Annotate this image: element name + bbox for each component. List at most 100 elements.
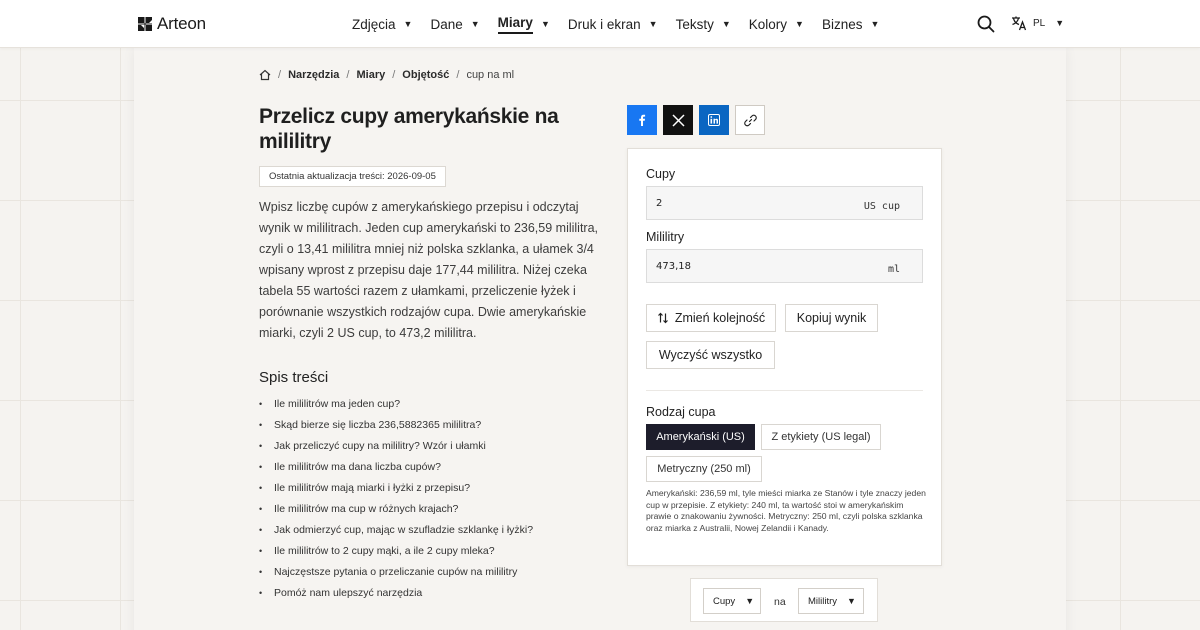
nav-item-dane[interactable]: Dane ▼	[430, 0, 479, 48]
toc-item[interactable]: • Pomóż nam ulepszyć narzędzia	[259, 586, 533, 607]
breadcrumb-separator: /	[346, 69, 350, 81]
toc-item[interactable]: • Ile mililitrów mają miarki i łyżki z pr…	[259, 481, 533, 502]
from-field-label: Cupy	[646, 167, 676, 181]
language-switcher[interactable]: PL ▼	[1011, 15, 1064, 31]
copy-link-button[interactable]	[735, 105, 765, 135]
nav-item-druk-i-ekran[interactable]: Druk i ekran ▼	[568, 0, 658, 48]
breadcrumb-narzedzia[interactable]: Narzędzia	[288, 69, 339, 81]
toc-link[interactable]: Ile mililitrów mają miarki i łyżki z prz…	[274, 481, 470, 495]
bullet-icon: •	[259, 588, 263, 598]
caret-down-icon: ▼	[648, 19, 658, 29]
toc-link[interactable]: Ile mililitrów ma dana liczba cupów?	[274, 460, 441, 474]
milliliters-input[interactable]: 473,18 ml	[646, 249, 923, 283]
toc-item[interactable]: • Najczęstsze pytania o przeliczanie cupó…	[259, 565, 533, 586]
clear-all-button[interactable]: Wyczyść wszystko	[646, 341, 775, 369]
logo-icon	[138, 17, 152, 31]
toc-link[interactable]: Jak przeliczyć cupy na mililitry? Wzór i…	[274, 439, 486, 453]
caret-down-icon: ▼	[470, 19, 480, 29]
swap-arrows-icon	[657, 312, 668, 324]
toc-link[interactable]: Skąd bierze się liczba 236,5882365 milil…	[274, 418, 481, 432]
cup-type-option-label: Amerykański (US)	[656, 431, 745, 443]
cup-type-us-legal-option[interactable]: Z etykiety (US legal)	[761, 424, 881, 450]
brand-name: Arteon	[157, 14, 206, 33]
toc-link[interactable]: Ile mililitrów ma jeden cup?	[274, 397, 400, 411]
toc-item[interactable]: • Ile mililitrów ma dana liczba cupów?	[259, 460, 533, 481]
cup-type-note: Amerykański: 236,59 ml, tyle mieści miar…	[646, 488, 926, 533]
caret-down-icon: ▼	[795, 19, 804, 29]
to-field-label: Mililitry	[646, 230, 685, 244]
nav-label: Druk i ekran	[567, 16, 641, 32]
nav-item-teksty[interactable]: Teksty ▼	[676, 0, 731, 48]
toc-link[interactable]: Najczęstsze pytania o przeliczanie cupów…	[274, 565, 517, 579]
brand-logo[interactable]: Arteon	[137, 14, 206, 34]
toc-link[interactable]: Jak odmierzyć cup, mając w szufladzie sz…	[274, 523, 533, 537]
copy-result-button[interactable]: Kopiuj wynik	[785, 304, 878, 332]
nav-label: Teksty	[675, 16, 714, 32]
swap-button[interactable]: Zmień kolejność	[646, 304, 776, 332]
bullet-icon: •	[259, 399, 263, 409]
bullet-icon: •	[259, 483, 263, 493]
intro-paragraph: Wpisz liczbę cupów z amerykańskiego prze…	[259, 200, 599, 340]
nav-label: Dane	[430, 16, 463, 32]
page-title: Przelicz cupy amerykańskie na mililitry	[259, 105, 559, 153]
swap-button-label: Zmień kolejność	[674, 311, 766, 325]
toc-item[interactable]: • Jak odmierzyć cup, mając w szufladzie s…	[259, 523, 533, 544]
share-linkedin-button[interactable]	[699, 105, 729, 135]
toc-link[interactable]: Ile mililitrów to 2 cupy mąki, a ile 2 c…	[274, 544, 495, 558]
to-unit-select-value: Mililitry	[808, 595, 838, 607]
nav-item-biznes[interactable]: Biznes ▼	[822, 0, 879, 48]
nav-label: Kolory	[748, 16, 788, 32]
copy-result-label: Kopiuj wynik	[796, 311, 867, 325]
nav-item-miary[interactable]: Miary ▼	[497, 0, 550, 48]
caret-down-icon: ▼	[403, 19, 413, 29]
x-icon	[671, 113, 685, 127]
nav-item-zdjecia[interactable]: Zdjęcia ▼	[352, 0, 412, 48]
share-x-button[interactable]	[663, 105, 693, 135]
toc-item[interactable]: • Jak przeliczyć cupy na mililitry? Wzór …	[259, 439, 533, 460]
milliliters-input-value: 473,18	[656, 261, 691, 272]
breadcrumb-current: cup na ml	[466, 69, 515, 81]
site-header: Arteon Zdjęcia ▼ Dane ▼ Miary ▼ Druk i e…	[0, 0, 1200, 48]
from-unit-select-value: Cupy	[713, 595, 736, 607]
breadcrumb-objetosc[interactable]: Objętość	[402, 69, 449, 81]
bullet-icon: •	[259, 525, 263, 535]
toc-item[interactable]: • Skąd bierze się liczba 236,5882365 mili…	[259, 418, 533, 439]
caret-down-icon: ▼	[1055, 18, 1065, 28]
breadcrumb-separator: /	[278, 69, 282, 81]
language-code: PL	[1033, 17, 1046, 29]
toc-link[interactable]: Ile mililitrów ma cup w różnych krajach?	[274, 502, 458, 516]
search-icon[interactable]	[977, 15, 995, 33]
to-unit-select[interactable]: Mililitry ▼	[798, 588, 864, 614]
switcher-connector: na	[774, 596, 786, 608]
toc-item[interactable]: • Ile mililitrów ma cup w różnych krajach…	[259, 502, 533, 523]
nav-label: Miary	[497, 15, 533, 34]
nav-item-kolory[interactable]: Kolory ▼	[749, 0, 804, 48]
cup-type-us-option[interactable]: Amerykański (US)	[646, 424, 755, 450]
bullet-icon: •	[259, 462, 263, 472]
cups-input[interactable]: 2 US cup	[646, 186, 923, 220]
clear-all-label: Wyczyść wszystko	[658, 348, 763, 362]
link-icon	[743, 114, 757, 126]
share-facebook-button[interactable]	[627, 105, 657, 135]
last-updated-badge: Ostatnia aktualizacja treści: 2026-09-05	[259, 166, 446, 187]
cups-input-unit: US cup	[863, 201, 900, 212]
nav-label: Biznes	[821, 16, 863, 32]
main-nav: Zdjęcia ▼ Dane ▼ Miary ▼ Druk i ekran ▼ …	[352, 0, 897, 48]
caret-down-icon: ▼	[847, 596, 856, 606]
share-buttons	[627, 105, 765, 135]
cup-type-option-label: Z etykiety (US legal)	[771, 431, 871, 443]
breadcrumb-miary[interactable]: Miary	[356, 69, 385, 81]
from-unit-select[interactable]: Cupy ▼	[703, 588, 761, 614]
toc-item[interactable]: • Ile mililitrów ma jeden cup?	[259, 397, 533, 418]
caret-down-icon: ▼	[540, 19, 550, 29]
bullet-icon: •	[259, 441, 263, 451]
toc-heading: Spis treści	[259, 369, 329, 386]
home-icon[interactable]	[259, 69, 271, 81]
breadcrumb-separator: /	[392, 69, 396, 81]
cup-type-metric-option[interactable]: Metryczny (250 ml)	[646, 456, 762, 482]
toc-link[interactable]: Pomóż nam ulepszyć narzędzia	[274, 586, 422, 600]
table-of-contents: • Ile mililitrów ma jeden cup? • Skąd bier…	[259, 397, 533, 607]
toc-item[interactable]: • Ile mililitrów to 2 cupy mąki, a ile 2 …	[259, 544, 533, 565]
card-divider	[646, 390, 923, 391]
facebook-icon	[639, 114, 646, 126]
